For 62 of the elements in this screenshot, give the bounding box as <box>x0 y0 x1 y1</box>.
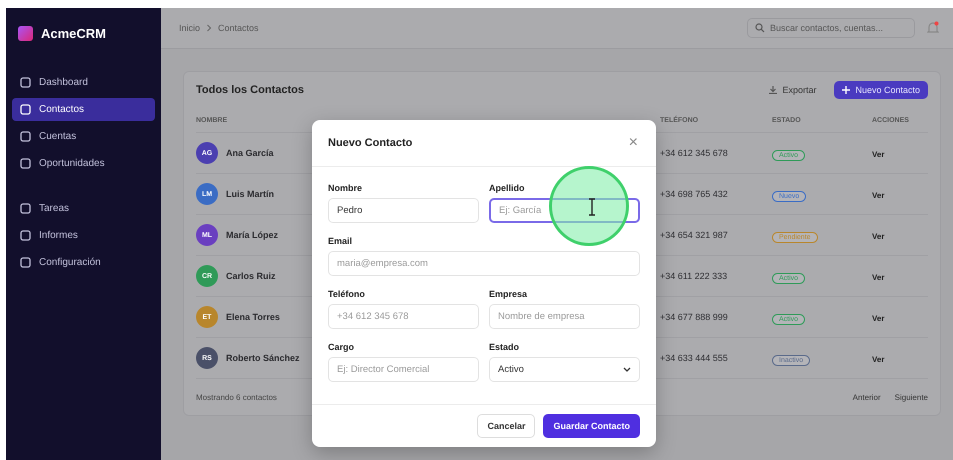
view-link[interactable]: Ver <box>872 232 884 241</box>
nav-icon <box>20 158 31 169</box>
plus-icon <box>842 86 850 94</box>
phone-cell-text: +34 633 444 555 <box>660 353 729 363</box>
phone-cell-text: +34 612 345 678 <box>660 148 729 158</box>
nav-icon <box>20 257 31 268</box>
contact-name: Luis Martín <box>226 189 274 199</box>
card-title: Todos los Contactos <box>196 84 304 96</box>
sidebar-item[interactable]: Cuentas <box>12 125 155 148</box>
field-label: Email <box>328 236 354 246</box>
phone-cell-text: +34 698 765 432 <box>660 189 729 199</box>
view-link[interactable]: Ver <box>872 150 884 159</box>
phone-cell-text: +34 611 222 333 <box>660 271 728 281</box>
contact-name: Ana García <box>226 148 274 158</box>
field-label: Estado <box>489 342 520 352</box>
nav-icon <box>20 77 31 88</box>
logo-icon <box>18 26 33 41</box>
dialog-button[interactable]: Guardar Contacto <box>543 414 640 438</box>
field-label: Apellido <box>489 183 526 193</box>
phone-cell-text: +34 654 321 987 <box>660 230 729 240</box>
search-field[interactable]: Buscar contactos, cuentas... <box>747 18 915 38</box>
contact-name: Roberto Sánchez <box>226 353 300 363</box>
field-label: Teléfono <box>328 289 366 299</box>
chevron-down-icon <box>623 367 631 372</box>
field-label: Empresa <box>489 289 528 299</box>
view-link[interactable]: Ver <box>872 191 884 200</box>
close-button[interactable]: × <box>626 134 640 152</box>
view-link[interactable]: Ver <box>872 355 884 364</box>
contact-name: María López <box>226 230 278 240</box>
toolbar-button[interactable]: Exportar <box>761 81 824 99</box>
dialog-title: Nuevo Contacto <box>328 137 412 149</box>
brand-name: AcmeCRM <box>41 26 106 41</box>
contact-name: Elena Torres <box>226 312 280 322</box>
phone-cell-text: +34 677 888 999 <box>660 312 729 322</box>
input-field[interactable]: Pedro <box>328 198 479 223</box>
chevron-right-icon <box>206 24 212 32</box>
search-icon <box>755 23 765 33</box>
status-select[interactable]: Activo <box>489 357 640 382</box>
field-label: Nombre <box>328 183 364 193</box>
contact-name: Carlos Ruiz <box>226 271 276 281</box>
field-label: Cargo <box>328 342 356 352</box>
view-link[interactable]: Ver <box>872 314 884 323</box>
toolbar-button[interactable]: Nuevo Contacto <box>834 81 928 99</box>
results-summary: Mostrando 6 contactos <box>196 392 277 402</box>
download-icon <box>769 86 778 94</box>
sidebar-item[interactable]: Tareas <box>12 197 155 220</box>
sidebar-item[interactable]: Configuración <box>12 251 155 274</box>
sidebar-item[interactable]: Contactos <box>12 98 155 121</box>
text-cursor-icon <box>587 198 597 216</box>
bell-icon[interactable] <box>927 21 939 35</box>
pagination-link[interactable]: Siguiente <box>894 392 928 402</box>
input-field[interactable]: Ej: García <box>489 198 640 223</box>
sidebar-item[interactable]: Oportunidades <box>12 152 155 175</box>
sidebar-item[interactable]: Dashboard <box>12 71 155 94</box>
view-link[interactable]: Ver <box>872 273 884 282</box>
sidebar-item[interactable]: Informes <box>12 224 155 247</box>
nav-icon <box>20 203 31 214</box>
pagination-link[interactable]: Anterior <box>852 392 881 402</box>
dialog-button[interactable]: Cancelar <box>477 414 536 438</box>
nav-icon <box>20 230 31 241</box>
nav-icon <box>20 104 31 115</box>
nav-icon <box>20 131 31 142</box>
